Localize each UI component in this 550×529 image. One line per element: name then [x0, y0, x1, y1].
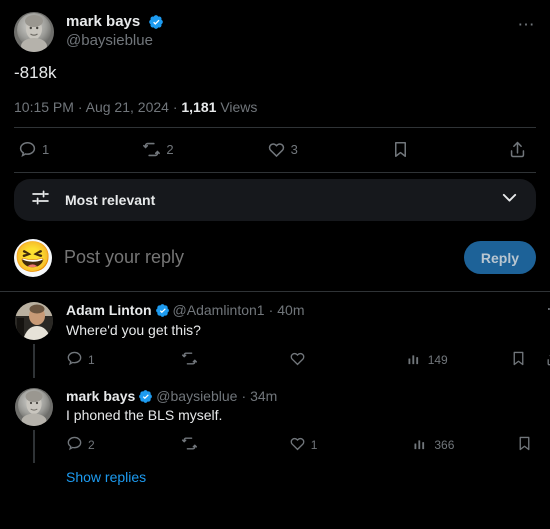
- bookmark-button[interactable]: [516, 435, 533, 455]
- views-count: 149: [427, 352, 448, 367]
- sort-filter-icon: [30, 187, 51, 213]
- reply-action-bar: 1 149: [66, 344, 550, 376]
- more-options-icon[interactable]: ⋯: [518, 12, 537, 33]
- views-count: 1,181: [181, 98, 217, 115]
- views-count: 366: [434, 438, 455, 453]
- views-label: Views: [220, 98, 258, 115]
- reply-composer: 😆 Reply: [0, 229, 550, 291]
- sort-filter-button[interactable]: Most relevant: [14, 178, 536, 221]
- views-button[interactable]: 149: [406, 350, 448, 370]
- reply-count: 1: [42, 142, 50, 158]
- avatar[interactable]: [15, 301, 53, 340]
- reply-action-bar: 2 1 366: [66, 429, 550, 461]
- post-date: Aug 21, 2024: [85, 98, 169, 115]
- bookmark-icon: [510, 350, 527, 370]
- author-avatar-image: [14, 12, 54, 52]
- bookmark-button[interactable]: [391, 140, 415, 159]
- verified-badge-icon: [155, 303, 170, 318]
- reply-author-name[interactable]: Adam Linton: [66, 302, 152, 319]
- avatar[interactable]: [14, 12, 54, 52]
- avatar[interactable]: 😆: [14, 238, 52, 277]
- reply-separator: ·: [268, 301, 274, 318]
- repost-icon: [181, 435, 198, 455]
- reply-header: Adam Linton @Adamlinton1 · 40m ⋯: [66, 302, 550, 319]
- repost-icon: [142, 140, 161, 159]
- reply-count: 1: [88, 352, 95, 367]
- like-button[interactable]: 3: [267, 140, 298, 159]
- post-metadata: 10:15 PM · Aug 21, 2024 · 1,181 Views: [0, 85, 550, 127]
- reply-icon: [66, 350, 83, 370]
- author-identity: mark bays @baysieblue: [66, 12, 164, 50]
- reply-button[interactable]: 2: [66, 435, 95, 455]
- share-button[interactable]: [508, 140, 532, 159]
- reply-text: Where'd you get this?: [66, 321, 201, 338]
- reply-author-avatar-image: [15, 301, 53, 340]
- thread-connector-line: [33, 343, 35, 378]
- share-icon: [508, 140, 527, 159]
- reply-submit-button[interactable]: Reply: [463, 241, 536, 275]
- like-button[interactable]: [289, 350, 311, 370]
- sort-filter-label: Most relevant: [65, 191, 156, 208]
- like-icon: [289, 435, 306, 455]
- author-display-name[interactable]: mark bays: [66, 13, 140, 30]
- show-replies-link[interactable]: Show replies: [0, 463, 550, 495]
- reply-icon: [18, 140, 37, 159]
- list-item: mark bays @baysieblue · 34m ⋯ I phoned t…: [0, 378, 550, 464]
- verified-badge-icon: [138, 389, 153, 404]
- verified-badge-icon: [148, 14, 164, 30]
- repost-button[interactable]: [181, 435, 203, 455]
- like-count: 1: [310, 438, 318, 453]
- like-icon: [267, 140, 286, 159]
- analytics-icon: [406, 350, 423, 370]
- repost-icon: [181, 350, 198, 370]
- reply-text: I phoned the BLS myself.: [66, 407, 223, 424]
- reply-separator: ·: [241, 387, 247, 404]
- like-button[interactable]: 1: [289, 435, 318, 455]
- reply-author-handle[interactable]: @Adamlinton1: [173, 302, 265, 319]
- repost-button[interactable]: 2: [142, 140, 174, 159]
- reply-button[interactable]: 1: [18, 140, 49, 159]
- thread-connector-line: [33, 429, 35, 464]
- post-time: 10:15 PM: [14, 98, 74, 115]
- post-detail-page: mark bays @baysieblue ⋯ -818k 10:15 PM ·…: [0, 0, 550, 529]
- repost-count: 2: [166, 142, 174, 158]
- avatar[interactable]: [15, 387, 53, 426]
- reply-timestamp[interactable]: 40m: [277, 302, 304, 319]
- reply-author-name[interactable]: mark bays: [66, 388, 135, 405]
- filter-container: Most relevant: [0, 173, 550, 229]
- reply-header: mark bays @baysieblue · 34m ⋯: [66, 388, 550, 405]
- reply-content: Adam Linton @Adamlinton1 · 40m ⋯ Where'd…: [66, 302, 550, 378]
- bookmark-button[interactable]: [510, 350, 527, 370]
- reply-input[interactable]: [64, 247, 464, 269]
- reply-avatar-column: [14, 387, 54, 464]
- repost-button[interactable]: [181, 350, 203, 370]
- like-count: 3: [290, 142, 298, 158]
- engagement-bar: 1 2 3: [0, 128, 550, 172]
- reply-icon: [66, 435, 83, 455]
- author-handle[interactable]: @baysieblue: [66, 32, 164, 49]
- like-icon: [289, 350, 306, 370]
- meta-separator-1: ·: [77, 98, 83, 115]
- list-item: Adam Linton @Adamlinton1 · 40m ⋯ Where'd…: [0, 292, 550, 378]
- emoji-avatar-icon: 😆: [14, 240, 52, 274]
- reply-timestamp[interactable]: 34m: [250, 388, 277, 405]
- post-text: -818k: [14, 63, 57, 82]
- share-button[interactable]: [545, 350, 550, 370]
- bookmark-icon: [391, 140, 410, 159]
- chevron-down-icon[interactable]: [499, 187, 520, 213]
- share-icon: [545, 350, 550, 370]
- meta-separator-2: ·: [172, 98, 178, 115]
- post-header: mark bays @baysieblue ⋯: [0, 0, 550, 52]
- reply-button[interactable]: 1: [66, 350, 95, 370]
- bookmark-icon: [516, 435, 533, 455]
- analytics-icon: [412, 435, 429, 455]
- views-button[interactable]: 366: [412, 435, 454, 455]
- reply-author-handle[interactable]: @baysieblue: [156, 388, 237, 405]
- reply-count: 2: [88, 438, 95, 453]
- more-options-icon[interactable]: ⋯: [546, 302, 550, 318]
- reply-author-avatar-image: [15, 387, 53, 426]
- reply-content: mark bays @baysieblue · 34m ⋯ I phoned t…: [66, 388, 550, 464]
- reply-avatar-column: [14, 301, 54, 378]
